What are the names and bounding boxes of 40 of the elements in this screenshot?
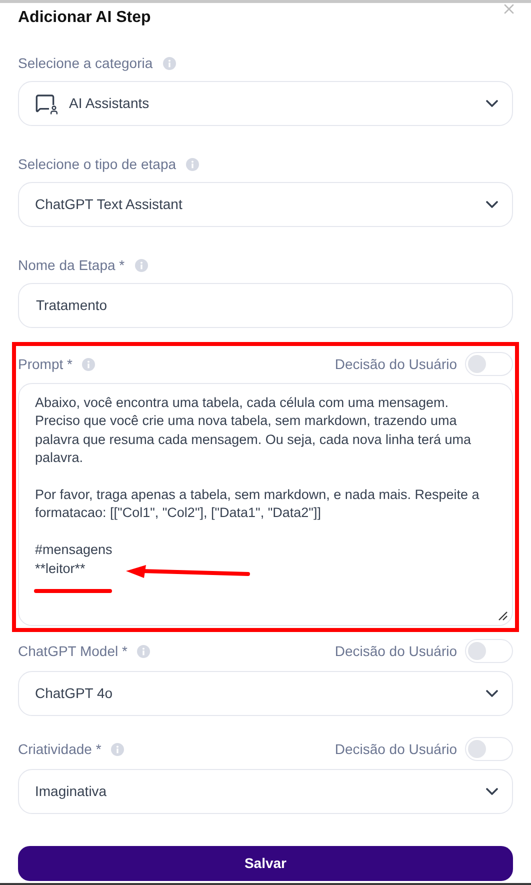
- info-icon: [137, 644, 150, 658]
- chevron-down-icon: [486, 201, 498, 208]
- field-label: Nome da Etapa *: [18, 256, 125, 275]
- select-value: ChatGPT Text Assistant: [35, 195, 182, 214]
- prompt-text: Abaixo, você encontra uma tabela, cada célula com uma mensagem. Preciso que você crie uma nova tabela, sem markdown, trazendo uma palavra que resuma cada mensagem. Ou seja, cada nova linha terá uma palavra.: [35, 394, 472, 468]
- info-icon: [111, 742, 124, 756]
- toggle-label: Decisão do Usuário: [334, 740, 457, 758]
- save-button[interactable]: Salvar: [18, 846, 513, 881]
- select-value: ChatGPT 4o: [35, 684, 113, 703]
- field-label: Selecione o tipo de etapa: [18, 154, 176, 174]
- input-value: Tratamento: [36, 296, 108, 315]
- select-field[interactable]: ChatGPT Text Assistant: [18, 182, 513, 227]
- toggle-switch[interactable]: [465, 737, 513, 761]
- prompt-text: Por favor, traga apenas a tabela, sem markdown, e nada mais. Respeite a formatacao: [["Col1", "Col2"], ["Data1", "Data2"]]: [35, 486, 480, 522]
- select-field[interactable]: Imaginativa: [18, 769, 513, 814]
- chevron-down-icon: [486, 690, 498, 697]
- field-label: Criatividade *: [18, 740, 102, 758]
- info-icon: [134, 258, 148, 272]
- select-field[interactable]: ChatGPT 4o: [18, 671, 513, 716]
- field-label: Selecione a categoria: [18, 54, 153, 73]
- prompt-text: #mensagens **leitor**: [35, 541, 112, 578]
- info-icon: [82, 358, 96, 370]
- toggle-label: Decisão do Usuário: [334, 354, 457, 374]
- toggle-switch[interactable]: [465, 639, 513, 663]
- input-field[interactable]: Tratamento: [18, 283, 513, 328]
- prompt-field[interactable]: [18, 383, 513, 626]
- toggle-switch[interactable]: [465, 352, 513, 376]
- resize-handle-icon[interactable]: [498, 611, 508, 621]
- info-icon: [186, 158, 200, 170]
- info-icon: [162, 56, 176, 70]
- select-value: Imaginativa: [35, 782, 107, 801]
- field-label: ChatGPT Model *: [18, 642, 128, 660]
- select-field[interactable]: AI Assistants: [18, 81, 513, 126]
- chevron-down-icon: [486, 100, 498, 107]
- chat-user-icon: [35, 92, 57, 114]
- toggle-label: Decisão do Usuário: [334, 642, 457, 660]
- dialog-title: Adicionar AI Step: [18, 8, 151, 28]
- select-value: AI Assistants: [69, 94, 150, 113]
- field-label: Prompt *: [18, 354, 72, 374]
- chevron-down-icon: [486, 788, 498, 795]
